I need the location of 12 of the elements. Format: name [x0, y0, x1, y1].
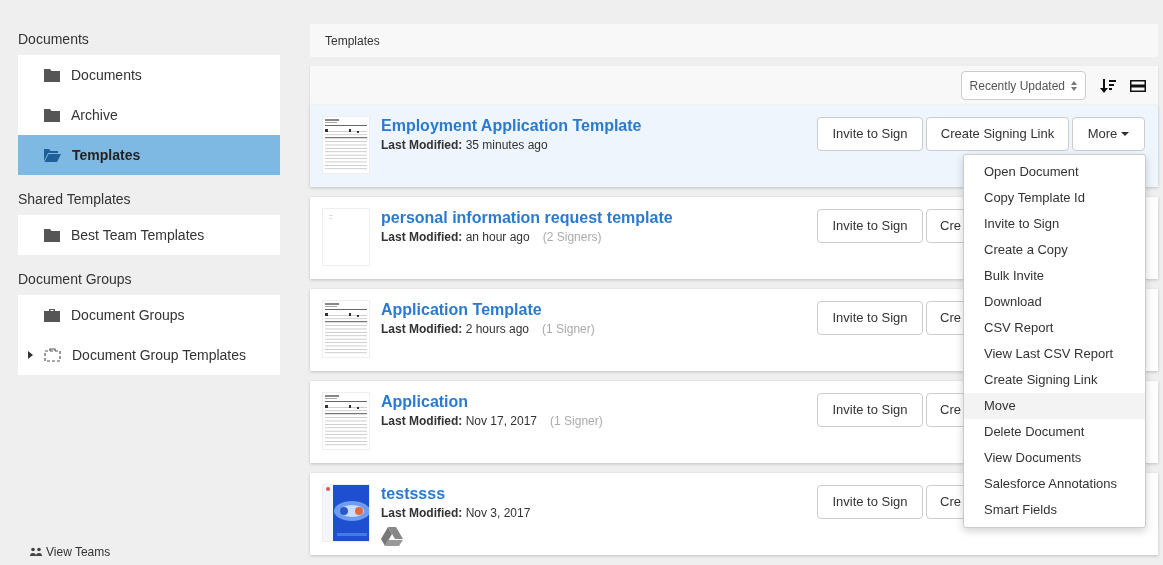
- signer-count: (2 Signers): [542, 229, 602, 245]
- last-modified-text: Last Modified: Nov 17, 2017: [381, 413, 538, 429]
- section-heading: Document Groups: [18, 270, 133, 289]
- last-modified-text: Last Modified: 35 minutes ago: [381, 137, 548, 153]
- signer-count: (1 Signer): [542, 321, 595, 337]
- last-modified-text: Last Modified: an hour ago: [381, 229, 530, 245]
- section-heading: Shared Templates: [18, 190, 132, 209]
- last-modified-text: Last Modified: 2 hours ago: [381, 321, 530, 337]
- breadcrumb-text: Templates: [325, 32, 380, 50]
- last-modified-text: Last Modified: Nov 3, 2017: [381, 505, 531, 521]
- section-heading: Documents: [18, 30, 90, 49]
- signer-count: (1 Signer): [550, 413, 603, 429]
